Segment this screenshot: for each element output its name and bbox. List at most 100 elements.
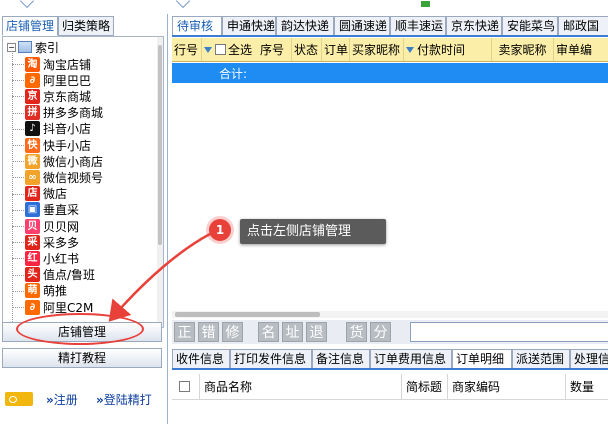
- tree-branch-line: [12, 242, 24, 244]
- filter-icon[interactable]: [406, 46, 414, 53]
- tab-detail[interactable]: 派送范围: [512, 349, 570, 369]
- tab-detail[interactable]: 处理信: [570, 349, 608, 369]
- login-link[interactable]: »登陆精打: [96, 391, 152, 408]
- select-all-checkbox[interactable]: [215, 44, 226, 55]
- tab-underline: [172, 35, 608, 37]
- col-status[interactable]: 状态: [292, 38, 322, 61]
- tree-item-store[interactable]: 头值点/鲁班: [12, 267, 95, 283]
- tab-detail[interactable]: 收件信息: [172, 349, 230, 369]
- col-pay-time[interactable]: 付款时间: [404, 38, 492, 61]
- tree-scrollbar-thumb[interactable]: [158, 45, 162, 245]
- tab-underline: [172, 368, 608, 370]
- tree-item-store[interactable]: 拼拼多多商城: [12, 105, 103, 121]
- tree-item-store[interactable]: 红小红书: [12, 250, 79, 266]
- toolbar-button[interactable]: 正: [174, 322, 195, 342]
- top-strip: [0, 0, 608, 14]
- tree-item-store[interactable]: 快快手小店: [12, 137, 92, 153]
- col-sequence[interactable]: 序号: [258, 38, 292, 61]
- toolbar-button[interactable]: 修: [222, 322, 243, 342]
- col-seller-nick[interactable]: 卖家昵称: [492, 38, 554, 61]
- link-arrow: »: [96, 393, 104, 407]
- search-input[interactable]: [410, 322, 608, 342]
- beibei-icon: 贝: [25, 218, 40, 234]
- col-label: 数量: [570, 379, 595, 394]
- total-row[interactable]: 合计:: [172, 63, 608, 83]
- toolbar-button[interactable]: 错: [198, 322, 219, 342]
- detail-col-merchant-code[interactable]: 商家编码: [448, 374, 566, 399]
- tab-carrier[interactable]: 圆通速递: [334, 16, 390, 36]
- tree-item-store[interactable]: 微微信小商店: [12, 153, 103, 169]
- tree-item-store[interactable]: ∂ 阿里巴巴: [12, 72, 91, 88]
- tab-carrier[interactable]: 邮政国: [558, 16, 608, 36]
- weidian-icon: 店: [25, 186, 40, 202]
- tree-item-store[interactable]: ∞ 微信视频号: [12, 169, 104, 185]
- tab-carrier[interactable]: 待审核: [172, 16, 222, 36]
- status-indicator-icon: [421, 1, 430, 7]
- tree-item-label: 微店: [43, 187, 68, 202]
- col-select-all[interactable]: 全选: [202, 38, 258, 61]
- tab-store-manage[interactable]: 店铺管理: [2, 16, 58, 36]
- tree-branch-line: [12, 226, 24, 227]
- tree-item-store[interactable]: 萌萌推: [12, 283, 67, 299]
- tree-branch-line: [12, 290, 24, 292]
- jd-icon: 京: [25, 88, 40, 104]
- tab-carrier[interactable]: 安能菜鸟: [502, 16, 558, 36]
- col-label: 简标题: [406, 379, 443, 394]
- detail-grid-header: 商品名称 简标题 商家编码 数量: [172, 374, 608, 400]
- mengtui-icon: 萌: [25, 283, 40, 299]
- detail-col-quantity[interactable]: 数量: [566, 374, 608, 399]
- tab-carrier[interactable]: 申通快递: [222, 16, 276, 36]
- col-buyer-nick[interactable]: 买家昵称: [350, 38, 404, 61]
- toolbar-button[interactable]: 货: [346, 322, 367, 342]
- tree-branch-line: [12, 193, 24, 195]
- chuizhicai-icon: ▣: [25, 202, 40, 218]
- tree-item-store[interactable]: ▣ 垂直采: [12, 202, 80, 218]
- collapse-icon[interactable]: −: [7, 42, 16, 52]
- tab-detail[interactable]: 订单明细: [452, 349, 512, 369]
- tab-detail[interactable]: 备注信息: [312, 349, 370, 369]
- tree-item-label: 垂直采: [43, 203, 80, 218]
- tree-item-store[interactable]: 淘淘宝店铺: [12, 56, 91, 72]
- tree-item-store[interactable]: 贝贝贝网: [12, 218, 79, 234]
- col-audit-code[interactable]: 审单编: [554, 38, 608, 61]
- tree-scrollbar[interactable]: [157, 37, 163, 327]
- detail-col-check[interactable]: [172, 374, 200, 399]
- order-grid-header: 行号 全选 序号 状态 订单 买家昵称 付款时间 卖家昵称 审单编: [172, 38, 608, 62]
- filter-icon[interactable]: [204, 46, 212, 53]
- detail-col-product-name[interactable]: 商品名称: [200, 374, 402, 399]
- tab-detail[interactable]: 打印发件信息: [230, 349, 312, 369]
- tree-root[interactable]: − 索引: [7, 39, 59, 55]
- tree-item-store[interactable]: 京京东商城: [12, 88, 91, 104]
- col-row-number[interactable]: 行号: [172, 38, 202, 61]
- tab-detail[interactable]: 订单费用信息: [370, 349, 452, 369]
- tree-item-store[interactable]: 采采多多: [12, 234, 79, 250]
- tab-category-strategy[interactable]: 归类策略: [58, 16, 114, 36]
- detail-select-checkbox[interactable]: [179, 381, 190, 392]
- toolbar-button[interactable]: 名: [258, 322, 279, 342]
- tree-item-store[interactable]: 店微店: [12, 186, 68, 202]
- toolbar-button[interactable]: 退: [306, 322, 327, 342]
- tree-item-store[interactable]: ♪ 抖音小店: [12, 121, 91, 137]
- tab-carrier[interactable]: 韵达快递: [276, 16, 334, 36]
- tab-carrier[interactable]: 顺丰速运: [390, 16, 446, 36]
- chevron-down-icon: [19, 0, 35, 9]
- tree-root-label: 索引: [35, 40, 60, 55]
- tutorial-button[interactable]: 精打教程: [2, 348, 162, 368]
- toolbar-button[interactable]: 址: [282, 322, 303, 342]
- register-link[interactable]: »注册: [46, 391, 78, 408]
- tab-carrier[interactable]: 京东快递: [446, 16, 502, 36]
- left-tabs: 店铺管理 归类策略: [0, 16, 168, 36]
- toolbar-button[interactable]: 分: [370, 322, 391, 342]
- tree-item-label: 微信视频号: [43, 170, 104, 185]
- grid-hscrollbar-thumb[interactable]: [175, 312, 320, 317]
- detail-col-short-title[interactable]: 简标题: [402, 374, 448, 399]
- tree-branch-line: [12, 145, 24, 146]
- tree-item-label: 快手小店: [43, 138, 92, 153]
- col-label: 全选: [228, 42, 253, 57]
- col-order[interactable]: 订单: [322, 38, 350, 61]
- grid-hscrollbar[interactable]: [172, 311, 608, 318]
- col-label: 商家编码: [452, 379, 501, 394]
- tree-branch-line: [12, 177, 24, 179]
- xiaohongshu-icon: 红: [25, 250, 40, 266]
- order-grid-body[interactable]: [172, 83, 608, 311]
